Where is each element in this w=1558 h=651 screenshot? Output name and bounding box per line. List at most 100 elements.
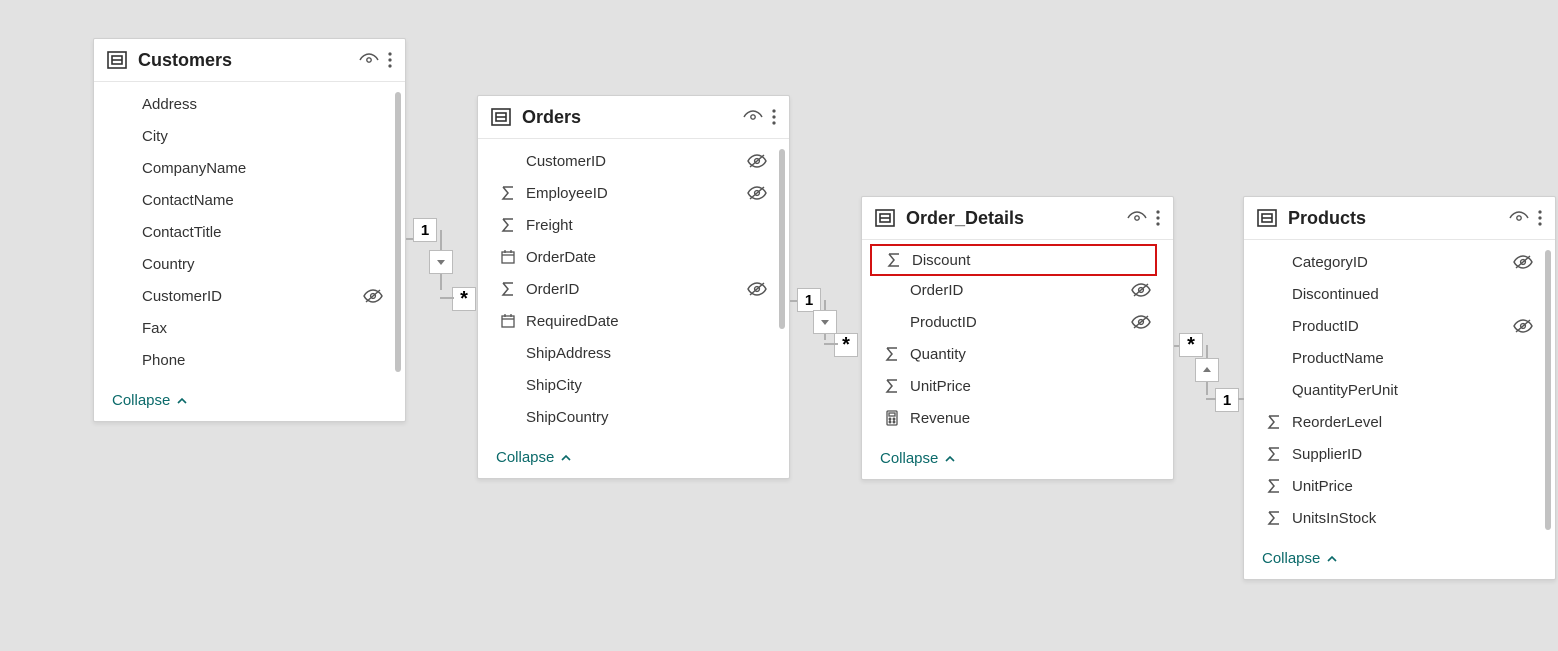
cardinality-many-badge: * [1179,333,1203,357]
field-label: ReorderLevel [1292,414,1533,431]
field-row[interactable]: CustomerID [102,280,389,312]
field-label: UnitPrice [910,378,1151,395]
field-row[interactable]: ContactName [102,184,389,216]
field-row[interactable]: ShipAddress [486,337,773,369]
field-row[interactable]: City [102,120,389,152]
more-options-icon[interactable] [1155,209,1161,227]
collapse-label: Collapse [496,449,554,466]
sigma-icon [496,281,520,297]
field-row[interactable]: UnitsInStock [1252,502,1539,534]
field-row[interactable]: Discontinued [1252,278,1539,310]
field-row[interactable]: CategoryID [1252,246,1539,278]
table-title: Orders [522,107,743,128]
scrollbar[interactable] [395,92,401,372]
relationship-line [824,343,838,345]
hidden-icon [1131,282,1151,298]
field-label: UnitPrice [1292,478,1533,495]
table-icon [1256,207,1278,229]
table-order-details[interactable]: Order_Details DiscountOrderIDProductIDQu… [861,196,1174,480]
field-list: CategoryID Discontinued ProductID ProductNa… [1244,240,1555,540]
field-row[interactable]: CustomerID [486,145,773,177]
cardinality-many-badge: * [834,333,858,357]
field-list: Address City CompanyName ContactNameContact… [94,82,405,382]
table-header: Customers [94,39,405,82]
field-label: ProductID [1292,318,1513,335]
more-options-icon[interactable] [771,108,777,126]
field-label: CategoryID [1292,254,1513,271]
collapse-button[interactable]: Collapse [1244,540,1555,579]
scrollbar[interactable] [779,149,785,329]
sigma-icon [1262,510,1286,526]
collapse-button[interactable]: Collapse [478,439,789,478]
calc-icon [880,410,904,426]
collapse-label: Collapse [112,392,170,409]
field-row[interactable]: OrderID [870,274,1157,306]
field-row[interactable]: Phone [102,344,389,376]
hidden-icon [363,288,383,304]
field-row[interactable]: Address [102,88,389,120]
hidden-icon [747,153,767,169]
field-row[interactable]: Country [102,248,389,280]
field-row[interactable]: UnitPrice [1252,470,1539,502]
field-label: CustomerID [142,288,363,305]
field-list: CustomerID EmployeeID Freight OrderDate Orde… [478,139,789,439]
field-row[interactable]: Discount [870,244,1157,276]
visibility-toggle-icon[interactable] [1509,211,1529,225]
calendar-icon [496,313,520,329]
collapse-button[interactable]: Collapse [94,382,405,421]
visibility-toggle-icon[interactable] [359,53,379,67]
field-label: CompanyName [142,160,383,177]
table-orders[interactable]: Orders CustomerID EmployeeID Freight OrderD… [477,95,790,479]
field-label: ShipCity [526,377,767,394]
sigma-icon [496,217,520,233]
field-row[interactable]: UnitPrice [870,370,1157,402]
field-row[interactable]: Revenue [870,402,1157,434]
hidden-icon [1131,314,1151,330]
field-label: RequiredDate [526,313,767,330]
field-row[interactable]: CompanyName [102,152,389,184]
field-label: EmployeeID [526,185,747,202]
field-label: Phone [142,352,383,369]
field-label: ShipAddress [526,345,767,362]
relationship-direction-icon [813,310,837,334]
field-row[interactable]: ShipCity [486,369,773,401]
more-options-icon[interactable] [1537,209,1543,227]
table-products[interactable]: Products CategoryIDDiscontinuedProductID… [1243,196,1556,580]
visibility-toggle-icon[interactable] [1127,211,1147,225]
field-label: QuantityPerUnit [1292,382,1533,399]
field-list: DiscountOrderIDProductIDQuantity UnitPric… [862,240,1173,440]
field-row[interactable]: ShipCountry [486,401,773,433]
field-row[interactable]: EmployeeID [486,177,773,209]
relationship-line [1238,398,1244,400]
sigma-icon [1262,446,1286,462]
hidden-icon [1513,254,1533,270]
field-label: OrderDate [526,249,767,266]
table-icon [490,106,512,128]
more-options-icon[interactable] [387,51,393,69]
field-row[interactable]: RequiredDate [486,305,773,337]
field-row[interactable]: OrderID [486,273,773,305]
field-label: CustomerID [526,153,747,170]
relationship-line [440,297,454,299]
field-row[interactable]: ReorderLevel [1252,406,1539,438]
field-row[interactable]: QuantityPerUnit [1252,374,1539,406]
field-row[interactable]: Quantity [870,338,1157,370]
table-customers[interactable]: Customers Address City CompanyName ContactN… [93,38,406,422]
collapse-label: Collapse [880,450,938,467]
field-label: Address [142,96,383,113]
sigma-icon [882,252,906,268]
field-row[interactable]: Fax [102,312,389,344]
field-row[interactable]: Freight [486,209,773,241]
field-row[interactable]: OrderDate [486,241,773,273]
collapse-button[interactable]: Collapse [862,440,1173,479]
scrollbar[interactable] [1545,250,1551,530]
field-row[interactable]: ProductName [1252,342,1539,374]
sigma-icon [1262,478,1286,494]
field-row[interactable]: ProductID [1252,310,1539,342]
visibility-toggle-icon[interactable] [743,110,763,124]
field-row[interactable]: ContactTitle [102,216,389,248]
field-row[interactable]: SupplierID [1252,438,1539,470]
field-row[interactable]: ProductID [870,306,1157,338]
sigma-icon [496,185,520,201]
hidden-icon [1513,318,1533,334]
